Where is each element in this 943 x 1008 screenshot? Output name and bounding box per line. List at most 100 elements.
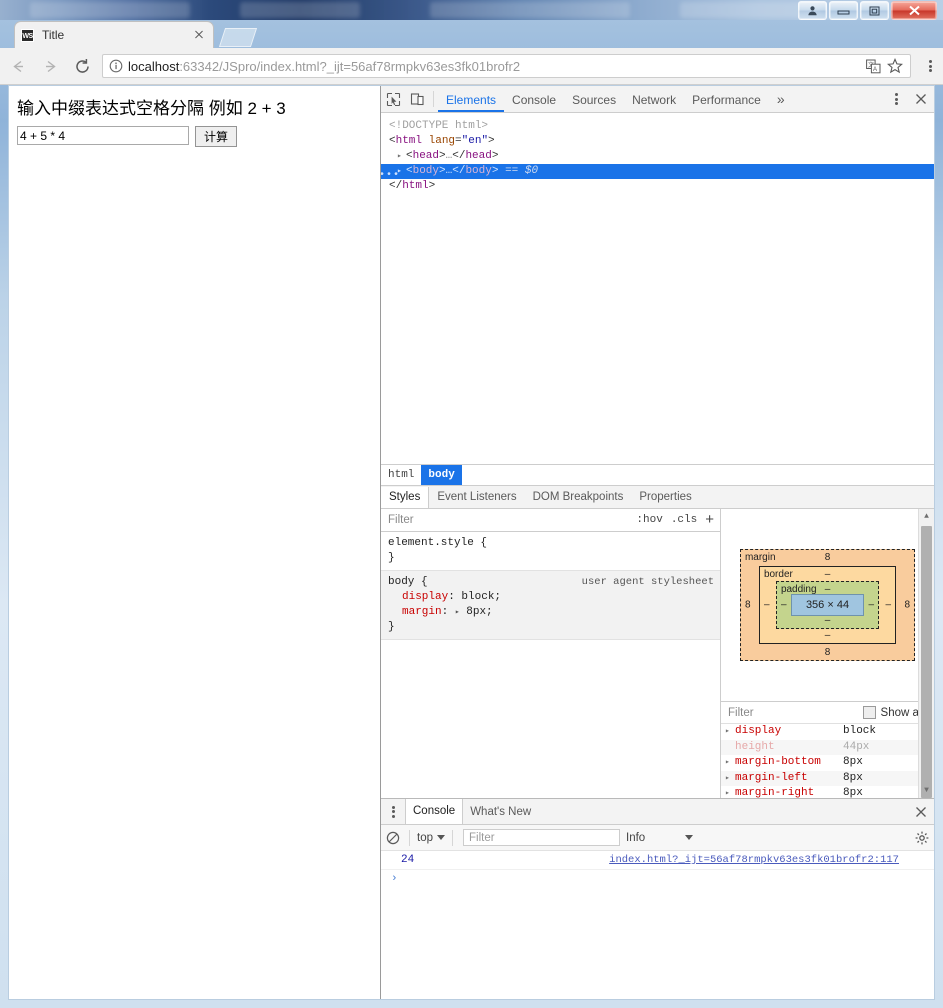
- restore-button[interactable]: [860, 1, 889, 20]
- console-level-select[interactable]: Info: [626, 832, 694, 844]
- chevron-down-icon: [437, 835, 445, 840]
- tab-close-icon[interactable]: [191, 27, 207, 43]
- back-icon[interactable]: [4, 52, 32, 80]
- margin-top-value[interactable]: 8: [825, 552, 831, 563]
- inspect-element-icon[interactable]: [381, 87, 405, 111]
- console-output[interactable]: 24 index.html?_ijt=56af78rmpkv63es3fk01b…: [381, 851, 934, 999]
- tab-event-listeners[interactable]: Event Listeners: [429, 487, 524, 508]
- styles-filter-input[interactable]: Filter: [381, 514, 632, 526]
- box-model-margin[interactable]: margin 8 8 8 8 border – – – – padding – …: [739, 549, 916, 661]
- style-rule-element-style[interactable]: element.style { }: [381, 532, 720, 570]
- info-circle-icon[interactable]: [107, 57, 125, 75]
- tab-elements[interactable]: Elements: [438, 87, 504, 112]
- padding-top-value[interactable]: –: [825, 584, 831, 595]
- minimize-button[interactable]: [829, 1, 858, 20]
- browser-tab[interactable]: WS Title: [14, 21, 214, 48]
- box-model-content-size[interactable]: 356 × 44: [790, 594, 865, 616]
- computed-prop-margin-right[interactable]: ▸ margin-right 8px: [721, 786, 934, 798]
- dom-node-html-close[interactable]: </html>: [381, 179, 934, 194]
- computed-prop-display[interactable]: ▸ display block: [721, 724, 934, 740]
- address-bar[interactable]: localhost:63342/JSpro/index.html?_ijt=56…: [102, 54, 911, 78]
- border-right-value[interactable]: –: [886, 600, 892, 611]
- margin-right-value[interactable]: 8: [905, 600, 911, 611]
- expand-icon[interactable]: ▸: [725, 755, 735, 771]
- margin-left-value[interactable]: 8: [745, 600, 751, 611]
- padding-right-value[interactable]: –: [869, 600, 875, 611]
- calculate-button[interactable]: 计算: [195, 126, 238, 147]
- devtools-close-icon[interactable]: [908, 87, 934, 111]
- clear-console-icon[interactable]: [381, 826, 405, 850]
- tab-dom-breakpoints[interactable]: DOM Breakpoints: [525, 487, 632, 508]
- cls-toggle[interactable]: .cls: [667, 514, 701, 526]
- declaration-margin[interactable]: margin: ▸ 8px;: [381, 605, 720, 620]
- reload-icon[interactable]: [68, 52, 96, 80]
- show-all-checkbox[interactable]: [862, 706, 876, 719]
- dom-node-body[interactable]: ••• ▸ <body>…</body> == $0: [381, 164, 934, 181]
- scrollbar-thumb[interactable]: [921, 526, 932, 798]
- browser-window: WS Title localhost:63342/JSpro/index.htm…: [0, 0, 943, 1008]
- breadcrumb-item-html[interactable]: html: [381, 465, 421, 485]
- expand-icon[interactable]: ▸: [725, 786, 735, 798]
- close-button[interactable]: [891, 1, 937, 20]
- dom-node-head[interactable]: ▸ <head>…</head>: [381, 149, 934, 164]
- padding-left-value[interactable]: –: [781, 600, 787, 611]
- drawer-tab-console[interactable]: Console: [405, 799, 464, 824]
- star-icon[interactable]: [884, 55, 906, 77]
- expand-icon[interactable]: ▸: [725, 724, 735, 740]
- margin-bottom-value[interactable]: 8: [825, 647, 831, 658]
- scroll-down-icon[interactable]: ▼: [919, 783, 934, 798]
- computed-prop-height[interactable]: height 44px: [721, 739, 934, 755]
- tab-sources[interactable]: Sources: [564, 87, 624, 112]
- border-left-value[interactable]: –: [764, 600, 770, 611]
- tab-styles[interactable]: Styles: [381, 486, 430, 508]
- new-tab-button[interactable]: [218, 28, 258, 47]
- dom-node-doctype[interactable]: <!DOCTYPE html>: [381, 119, 934, 134]
- user-account-button[interactable]: [798, 1, 827, 20]
- console-message-source-link[interactable]: index.html?_ijt=56af78rmpkv63es3fk01brof…: [609, 854, 934, 866]
- console-context-select[interactable]: top: [414, 832, 448, 844]
- tab-network[interactable]: Network: [624, 87, 684, 112]
- computed-filter-input[interactable]: Filter: [721, 707, 863, 719]
- expression-input[interactable]: [17, 126, 189, 145]
- expand-shorthand-icon[interactable]: ▸: [455, 608, 460, 617]
- device-toolbar-icon[interactable]: [405, 87, 429, 111]
- tab-console[interactable]: Console: [504, 87, 564, 112]
- computed-prop-margin-left[interactable]: ▸ margin-left 8px: [721, 770, 934, 787]
- dom-tree[interactable]: <!DOCTYPE html> <html lang="en"> ▸ <head>…: [381, 113, 934, 464]
- computed-prop-margin-bottom[interactable]: ▸ margin-bottom 8px: [721, 755, 934, 771]
- console-prompt[interactable]: ›: [381, 870, 934, 885]
- scroll-up-icon[interactable]: ▲: [919, 509, 934, 524]
- dom-node-html-open[interactable]: <html lang="en">: [381, 134, 934, 149]
- selected-node-ref: == $0: [505, 165, 539, 177]
- console-settings-gear-icon[interactable]: [910, 826, 934, 850]
- border-bottom-value[interactable]: –: [825, 630, 831, 641]
- margin-label: margin: [744, 552, 776, 563]
- expand-icon[interactable]: ▸: [725, 771, 735, 787]
- drawer-close-icon[interactable]: [908, 800, 934, 824]
- computed-prop-value: 8px: [843, 756, 863, 768]
- style-rule-body[interactable]: user agent stylesheet body { display: bl…: [381, 570, 720, 640]
- url-text: localhost:63342/JSpro/index.html?_ijt=56…: [125, 59, 862, 74]
- computed-pane-scrollbar[interactable]: ▲ ▼: [918, 509, 934, 798]
- devtools-settings-icon[interactable]: [884, 87, 908, 111]
- border-top-value[interactable]: –: [825, 569, 831, 580]
- box-model-padding[interactable]: padding – – – – 356 × 44: [775, 581, 880, 629]
- console-filter-input[interactable]: Filter: [463, 829, 620, 846]
- computed-properties-list[interactable]: ▸ display block height 44px ▸ margin-bot…: [721, 724, 934, 798]
- declaration-display[interactable]: display: block;: [381, 590, 720, 605]
- more-tabs-button[interactable]: »: [769, 91, 793, 107]
- devtools-panel: Elements Console Sources Network Perform…: [381, 86, 934, 999]
- padding-bottom-value[interactable]: –: [825, 615, 831, 626]
- breadcrumb-item-body[interactable]: body: [421, 465, 462, 485]
- forward-icon[interactable]: [36, 52, 64, 80]
- new-style-rule-button[interactable]: +: [701, 512, 720, 527]
- drawer-tab-whats-new[interactable]: What's New: [463, 800, 538, 824]
- box-model-border[interactable]: border – – – – padding – – – – 356 × 44: [758, 566, 897, 644]
- tab-properties[interactable]: Properties: [631, 487, 699, 508]
- hov-toggle[interactable]: :hov: [632, 514, 666, 526]
- translate-icon[interactable]: 文A: [862, 55, 884, 77]
- three-dot-menu-icon[interactable]: [917, 52, 943, 80]
- drawer-menu-icon[interactable]: [381, 800, 405, 824]
- console-message[interactable]: 24 index.html?_ijt=56af78rmpkv63es3fk01b…: [381, 851, 934, 870]
- tab-performance[interactable]: Performance: [684, 87, 769, 112]
